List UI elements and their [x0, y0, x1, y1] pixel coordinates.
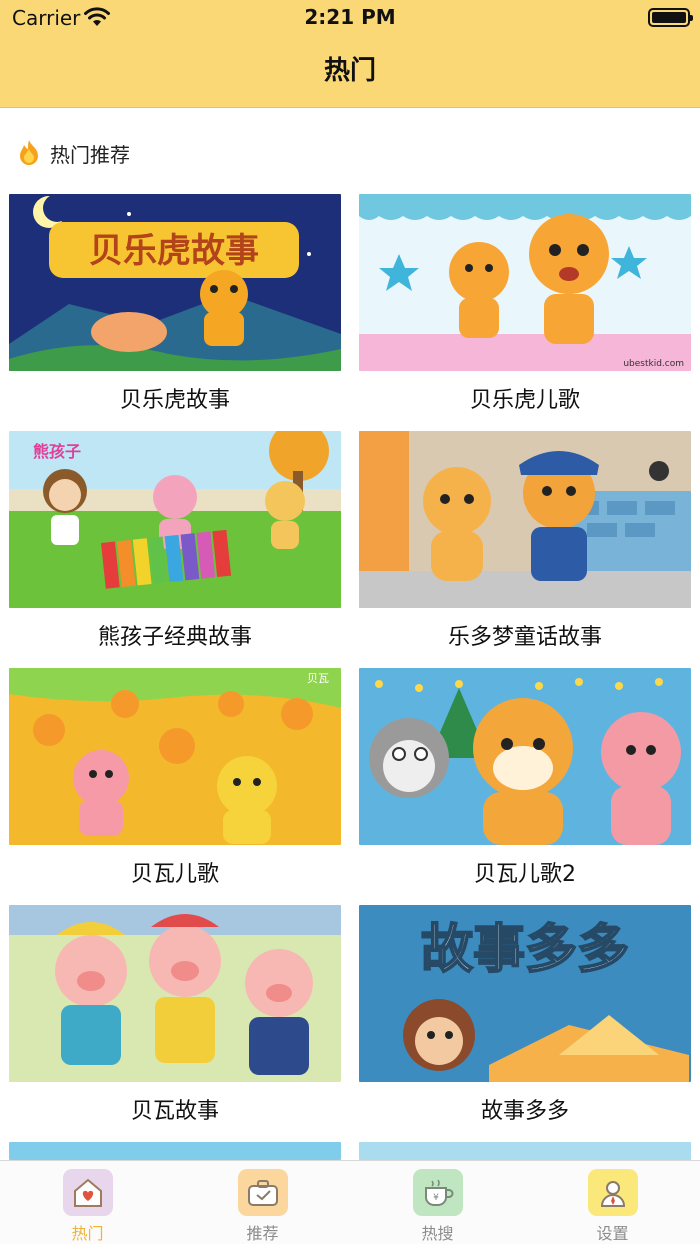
card-thumbnail[interactable]: 贝乐虎故事: [9, 194, 341, 371]
story-card[interactable]: 贝瓦 贝瓦儿歌: [9, 668, 341, 905]
tab-label: 热搜: [421, 1224, 454, 1243]
tab-hot[interactable]: 热门: [0, 1161, 175, 1244]
card-title[interactable]: 贝瓦儿歌2: [359, 845, 691, 905]
card-title[interactable]: 乐多梦童话故事: [359, 608, 691, 668]
card-thumbnail[interactable]: 熊孩子: [9, 431, 341, 608]
story-card[interactable]: [9, 1142, 341, 1160]
card-title[interactable]: 贝瓦故事: [9, 1082, 341, 1142]
thumbnail-illustration: [9, 905, 341, 1082]
card-thumbnail[interactable]: [9, 905, 341, 1082]
person-icon[interactable]: [587, 1169, 638, 1216]
card-thumbnail[interactable]: [359, 668, 691, 845]
thumbnail-watermark: ubestkid.com: [623, 359, 684, 369]
story-card[interactable]: 贝瓦儿歌2: [359, 668, 691, 905]
card-title[interactable]: 贝瓦儿歌: [9, 845, 341, 905]
thumbnail-illustration: [359, 668, 691, 845]
tab-label: 推荐: [246, 1224, 279, 1243]
card-thumbnail[interactable]: [9, 1142, 341, 1160]
thumbnail-logo-text: 贝乐虎故事: [89, 231, 259, 271]
tab-label: 设置: [596, 1224, 629, 1243]
story-card[interactable]: 贝乐虎故事 贝乐虎故事: [9, 194, 341, 431]
story-card[interactable]: ubestkid.com 贝乐虎儿歌: [359, 194, 691, 431]
card-thumbnail[interactable]: [359, 431, 691, 608]
story-card[interactable]: [359, 1142, 691, 1160]
card-title[interactable]: 贝乐虎故事: [9, 371, 341, 431]
section-title: 热门推荐: [50, 142, 130, 167]
tab-trending[interactable]: ¥ 热搜: [350, 1161, 525, 1244]
card-thumbnail[interactable]: 故事多多: [359, 905, 691, 1082]
tab-label: 热门: [71, 1224, 104, 1243]
thumbnail-logo-text: 故事多多: [421, 920, 629, 980]
card-title[interactable]: 贝乐虎儿歌: [359, 371, 691, 431]
svg-text:¥: ¥: [433, 1193, 439, 1203]
flame-icon: [20, 140, 38, 165]
section-header: 热门推荐: [16, 136, 130, 170]
content-grid: 贝乐虎故事 贝乐虎故事 ubestkid.com 贝乐虎儿歌 熊孩子 熊孩子经典…: [9, 194, 693, 1160]
card-thumbnail[interactable]: [359, 1142, 691, 1160]
app-screen: Carrier 2:21 PM 热门 热门推荐 贝乐虎故事 贝乐虎故事 ubes…: [0, 0, 700, 1244]
thumbnail-watermark: 贝瓦: [307, 672, 329, 685]
card-title[interactable]: 故事多多: [359, 1082, 691, 1142]
story-card[interactable]: 故事多多 故事多多: [359, 905, 691, 1142]
thumbnail-illustration: 故事多多: [359, 905, 691, 1082]
battery-icon: [648, 8, 693, 27]
thumbnail-illustration: ubestkid.com: [359, 194, 691, 371]
story-card[interactable]: 乐多梦童话故事: [359, 431, 691, 668]
status-bar: Carrier 2:21 PM: [0, 0, 700, 36]
story-card[interactable]: 贝瓦故事: [9, 905, 341, 1142]
thumbnail-illustration: 熊孩子: [9, 431, 341, 608]
page-title: 热门: [323, 56, 376, 86]
story-card[interactable]: 熊孩子 熊孩子经典故事: [9, 431, 341, 668]
thumbnail-illustration: 贝瓦: [9, 668, 341, 845]
card-title[interactable]: 熊孩子经典故事: [9, 608, 341, 668]
tab-settings[interactable]: 设置: [525, 1161, 700, 1244]
thumbnail-illustration: [359, 431, 691, 608]
card-thumbnail[interactable]: ubestkid.com: [359, 194, 691, 371]
clock: 2:21 PM: [304, 5, 396, 29]
tab-bar: 热门 推荐 ¥ 热搜 设置: [0, 1160, 700, 1244]
thumbnail-illustration: 贝乐虎故事: [9, 194, 341, 371]
card-thumbnail[interactable]: 贝瓦: [9, 668, 341, 845]
briefcase-icon[interactable]: [237, 1169, 288, 1216]
tab-recommend[interactable]: 推荐: [175, 1161, 350, 1244]
navigation-header: Carrier 2:21 PM 热门: [0, 0, 700, 108]
thumbnail-logo-text: 熊孩子: [33, 442, 81, 461]
house-heart-icon[interactable]: [62, 1169, 113, 1216]
coffee-cup-icon[interactable]: ¥: [412, 1169, 463, 1216]
